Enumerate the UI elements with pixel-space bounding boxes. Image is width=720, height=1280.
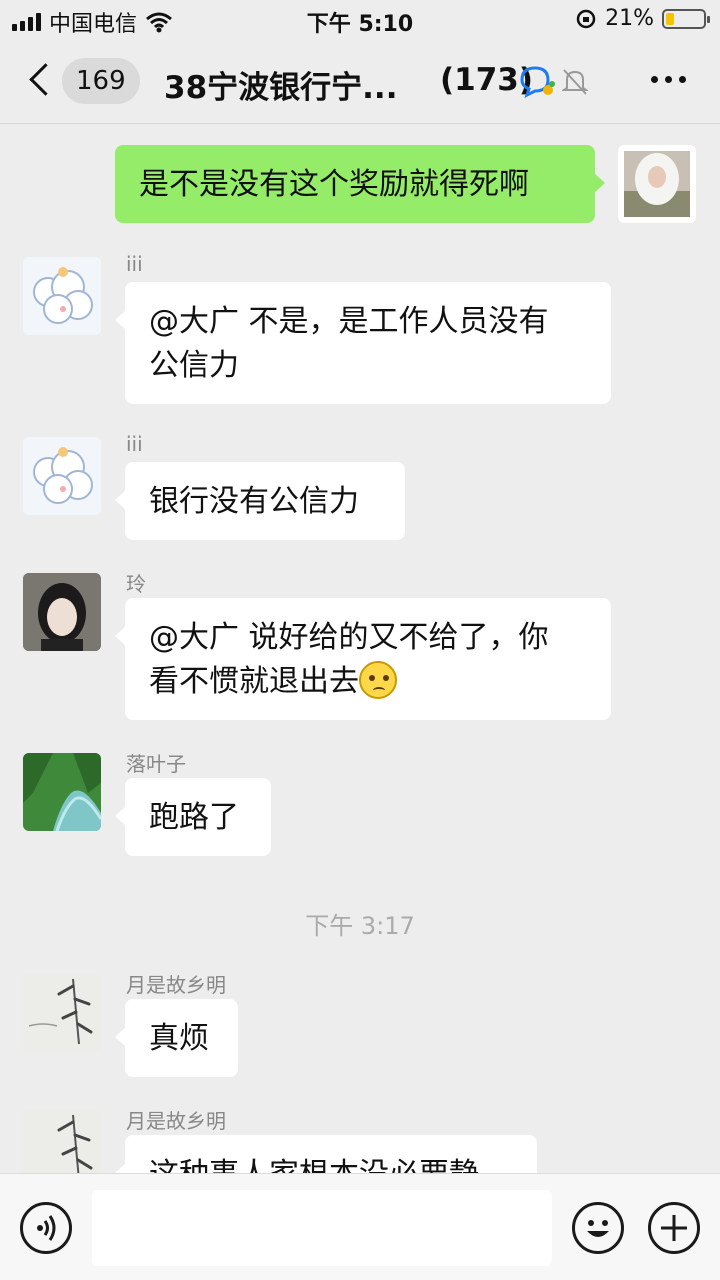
time-separator: 下午 3:17 — [305, 912, 415, 940]
avatar[interactable] — [23, 753, 101, 831]
avatar[interactable] — [23, 1110, 101, 1173]
message-text: 公信力 — [149, 348, 239, 383]
bride-avatar-image — [624, 151, 690, 217]
message-list[interactable]: 是不是没有这个奖励就得死啊 iii @大广 不是，是工作人员没有 公信力 iii… — [0, 125, 720, 1173]
input-bar — [0, 1173, 720, 1280]
sent-message-bubble[interactable]: 是不是没有这个奖励就得死啊 — [115, 145, 605, 223]
message-input[interactable] — [92, 1190, 552, 1266]
message-text: 是不是没有这个奖励就得死啊 — [139, 167, 529, 202]
status-right: 21% — [575, 6, 710, 31]
avatar[interactable] — [23, 974, 101, 1052]
message-text: 真烦 — [149, 1021, 209, 1056]
message-text: 看不惯就退出去 — [149, 664, 359, 699]
chat-ai-icon[interactable] — [518, 64, 556, 98]
voice-icon[interactable] — [20, 1202, 72, 1254]
received-message-bubble[interactable]: @大广 说好给的又不给了，你 看不惯就退出去 — [115, 598, 611, 720]
rotation-lock-icon — [576, 9, 596, 28]
sender-name: 月是故乡明 — [126, 973, 226, 997]
mute-bell-icon — [562, 69, 588, 95]
battery-icon — [662, 8, 710, 29]
chat-title[interactable]: 38宁波银行宁... — [164, 62, 397, 107]
received-message-bubble[interactable]: 真烦 — [115, 999, 238, 1077]
avatar[interactable] — [618, 145, 696, 223]
status-bar: 中国电信 下午 5:10 21% — [0, 0, 720, 40]
more-icon[interactable] — [651, 76, 686, 83]
valley-avatar-image — [23, 753, 101, 831]
back-icon[interactable] — [26, 62, 56, 98]
received-message-bubble[interactable]: 银行没有公信力 — [115, 462, 405, 540]
sheep-avatar-image — [33, 447, 93, 504]
unread-count-badge[interactable]: 169 — [62, 58, 140, 104]
message-text: @大广 说好给的又不给了，你 — [149, 620, 549, 655]
sender-name: 落叶子 — [126, 752, 186, 776]
portrait-avatar-image — [23, 573, 101, 651]
received-message-bubble[interactable]: 跑路了 — [115, 778, 271, 856]
emoji-icon[interactable] — [572, 1202, 624, 1254]
message-text: 银行没有公信力 — [149, 484, 359, 519]
message-text: 这种事人家根本没必要静 — [149, 1157, 479, 1173]
received-message-bubble[interactable]: 这种事人家根本没必要静 — [115, 1135, 537, 1173]
avatar[interactable] — [23, 573, 101, 651]
avatar[interactable] — [23, 437, 101, 515]
battery-percent: 21% — [605, 6, 654, 31]
plus-icon[interactable] — [648, 1202, 700, 1254]
sender-name: 玲 — [126, 572, 146, 596]
ink-bamboo-avatar-image — [23, 974, 101, 1052]
sender-name: iii — [126, 252, 143, 276]
woozy-face-emoji-icon — [359, 661, 397, 699]
ink-bamboo-avatar-image — [23, 1110, 101, 1173]
message-text: @大广 不是，是工作人员没有 — [149, 304, 549, 339]
avatar[interactable] — [23, 257, 101, 335]
sheep-avatar-image — [33, 267, 93, 324]
received-message-bubble[interactable]: @大广 不是，是工作人员没有 公信力 — [115, 282, 611, 404]
chat-header: 169 38宁波银行宁... (173) — [0, 40, 720, 124]
sender-name: iii — [126, 432, 143, 456]
message-text: 跑路了 — [149, 800, 239, 835]
sender-name: 月是故乡明 — [126, 1109, 226, 1133]
